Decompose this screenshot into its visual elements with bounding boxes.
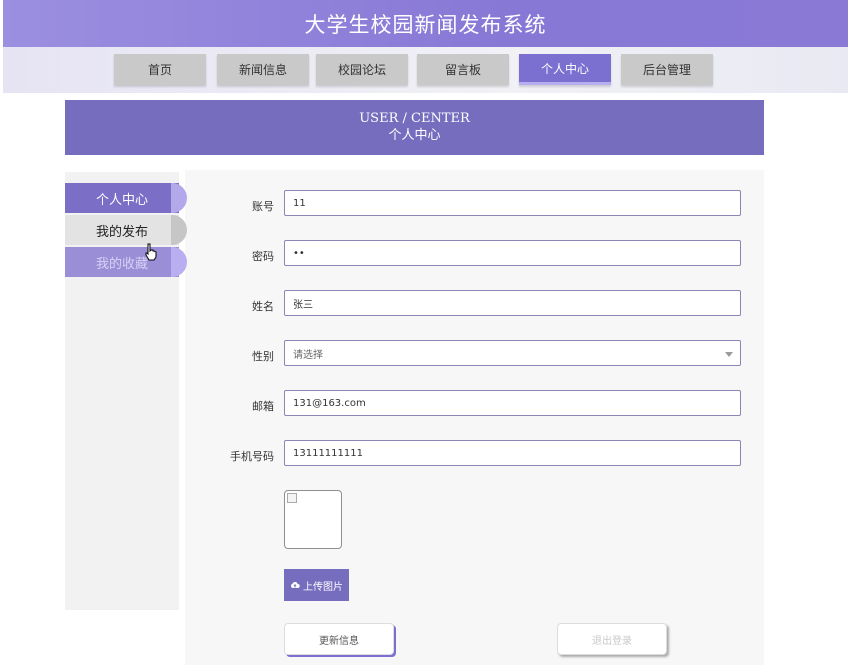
gender-label: 性别 (252, 350, 274, 363)
sidebar-item-my-posts[interactable]: 我的发布 (65, 215, 187, 245)
sidebar-item-label: 我的收藏 (95, 256, 148, 272)
nav-bar: 首页 新闻信息 校园论坛 留言板 个人中心 后台管理 (3, 47, 848, 93)
nav-item-news[interactable]: 新闻信息 (217, 54, 309, 85)
logout-button[interactable]: 退出登录 (557, 623, 667, 655)
site-header: 大学生校园新闻发布系统 (3, 0, 848, 47)
gender-select[interactable]: 请选择 (284, 340, 741, 366)
sidebar-item-my-favorites[interactable]: 我的收藏 (65, 247, 187, 277)
nav-item-personal-center[interactable]: 个人中心 (519, 54, 611, 85)
name-field[interactable]: 张三 (284, 290, 741, 316)
update-info-button[interactable]: 更新信息 (284, 623, 394, 655)
page-banner: USER / CENTER 个人中心 (65, 100, 764, 155)
phone-field[interactable]: 13111111111 (284, 440, 741, 466)
gender-select-value: 请选择 (293, 349, 323, 361)
site-title: 大学生校园新闻发布系统 (304, 12, 547, 37)
nav-item-messages[interactable]: 留言板 (417, 54, 509, 85)
nav-item-admin[interactable]: 后台管理 (621, 54, 713, 85)
hand-pointer-icon (145, 243, 157, 261)
upload-image-label: 上传图片 (303, 581, 343, 593)
email-label: 邮箱 (252, 400, 274, 413)
sidebar-item-personal-center[interactable]: 个人中心 (65, 183, 187, 213)
account-label: 账号 (252, 200, 274, 213)
sidebar-item-label: 个人中心 (95, 192, 148, 208)
sidebar-item-label: 我的发布 (95, 224, 148, 240)
account-field[interactable]: 11 (284, 190, 741, 216)
chevron-down-icon (725, 352, 733, 357)
broken-image-icon (287, 493, 297, 503)
banner-title-en: USER / CENTER (359, 111, 470, 126)
upload-image-button[interactable]: 上传图片 (284, 569, 349, 601)
password-label: 密码 (252, 250, 274, 263)
nav-item-forum[interactable]: 校园论坛 (316, 54, 408, 85)
name-label: 姓名 (252, 300, 274, 313)
phone-label: 手机号码 (230, 450, 274, 463)
cloud-upload-icon (291, 582, 300, 588)
avatar-preview (284, 490, 342, 549)
email-field[interactable]: 131@163.com (284, 390, 741, 416)
nav-item-home[interactable]: 首页 (114, 54, 206, 85)
banner-title-cn: 个人中心 (388, 128, 441, 143)
password-field[interactable]: •• (284, 240, 741, 266)
